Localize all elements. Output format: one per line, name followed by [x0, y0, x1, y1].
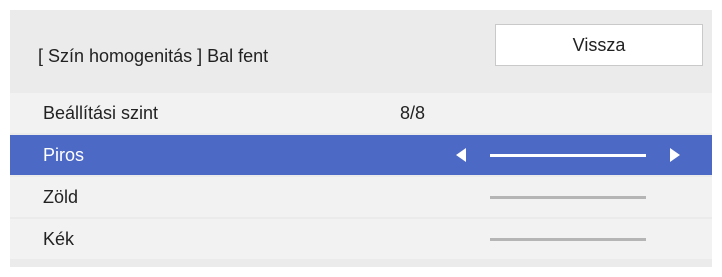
page-title: [ Szín homogenitás ] Bal fent	[38, 46, 269, 66]
red-label: Piros	[43, 145, 85, 165]
arrow-left-icon[interactable]	[456, 148, 466, 162]
arrow-right-icon[interactable]	[670, 148, 680, 162]
back-button[interactable]: Vissza	[495, 24, 703, 66]
red-slider[interactable]	[490, 154, 646, 157]
adjustment-level-label: Beállítási szint	[43, 103, 159, 123]
blue-slider[interactable]	[490, 238, 646, 241]
blue-label: Kék	[43, 229, 75, 249]
green-label: Zöld	[43, 187, 79, 207]
list-item-blue[interactable]: Kék	[10, 219, 712, 259]
green-slider[interactable]	[490, 196, 646, 199]
color-uniformity-panel: [ Szín homogenitás ] Bal fent Vissza Beá…	[10, 10, 712, 267]
settings-list: Beállítási szint 8/8 Piros Zöld Kék	[10, 93, 712, 259]
list-item-red[interactable]: Piros	[10, 135, 712, 175]
adjustment-level-value: 8/8	[400, 103, 426, 123]
list-item-green[interactable]: Zöld	[10, 177, 712, 217]
adjustment-level-row[interactable]: Beállítási szint 8/8	[10, 93, 712, 133]
